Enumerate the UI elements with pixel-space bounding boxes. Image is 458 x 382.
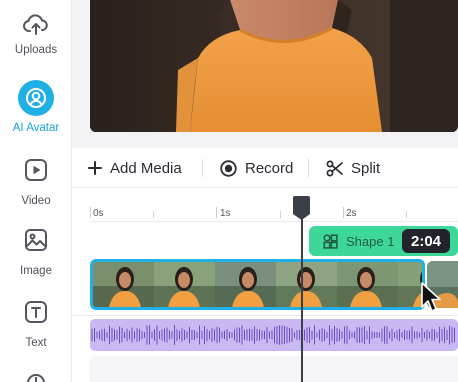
shape-track-label: Shape 1 [346,233,395,249]
text-icon [21,297,51,327]
cloud-upload-icon [21,10,51,40]
video-track-clip[interactable] [90,259,425,310]
record-icon [220,159,237,177]
record-button[interactable]: Record [220,156,293,180]
timeline-ruler[interactable]: 0s 1s 2s [90,200,458,222]
ruler-tick [90,207,91,218]
video-thumbnail [93,262,154,307]
sidebar-item-label: Video [21,195,51,207]
ruler-tick [406,211,407,218]
image-icon [21,225,51,255]
video-thumbnail [276,262,337,307]
playhead-handle[interactable] [293,196,310,220]
ruler-tick [153,211,154,218]
empty-track [90,356,458,382]
video-thumbnail [154,262,215,307]
track-divider [72,315,458,316]
sidebar-item-more[interactable] [0,366,72,382]
ruler-tick [343,207,344,218]
split-button[interactable]: Split [326,156,380,180]
sidebar-item-ai-avatar[interactable]: AI Avatar [0,80,72,134]
playhead-line [301,212,303,382]
add-media-label: Add Media [110,159,182,177]
sidebar-item-uploads[interactable]: Uploads [0,10,72,56]
shapes-icon [323,233,338,249]
sidebar-item-label: Uploads [14,44,58,56]
scissors-icon [326,160,343,176]
add-media-button[interactable]: Add Media [88,156,182,180]
avatar-icon [18,80,54,116]
audio-waveform [91,325,455,345]
ruler-tick-label: 0s [93,208,104,219]
split-label: Split [351,159,381,177]
ruler-tick-label: 1s [220,208,231,219]
plus-icon [88,161,102,175]
video-thumbnail [215,262,276,307]
sidebar-item-label: Image [20,265,52,277]
toolbar-divider [308,159,309,177]
audio-track-clip[interactable] [90,319,458,351]
record-label: Record [245,159,294,177]
ruler-tick-label: 2s [346,208,357,219]
sidebar-item-video[interactable]: Video [0,155,72,207]
ruler-tick [216,207,217,218]
mouse-pointer-icon [420,281,442,313]
sidebar-item-label: AI Avatar [12,122,60,134]
sidebar-item-label: Text [25,337,47,349]
timeline-toolbar: Add Media Record Split [72,148,458,188]
partial-icon [21,366,51,382]
video-thumbnail [337,262,398,307]
ruler-tick [280,211,281,218]
sidebar-item-text[interactable]: Text [0,297,72,349]
toolbar-divider [202,159,203,177]
sidebar-item-image[interactable]: Image [0,225,72,277]
sidebar: Uploads AI Avatar Video Image Text [0,0,72,382]
play-square-icon [21,155,51,185]
video-preview[interactable] [90,0,458,132]
playhead-time-tooltip: 2:04 [402,229,450,253]
